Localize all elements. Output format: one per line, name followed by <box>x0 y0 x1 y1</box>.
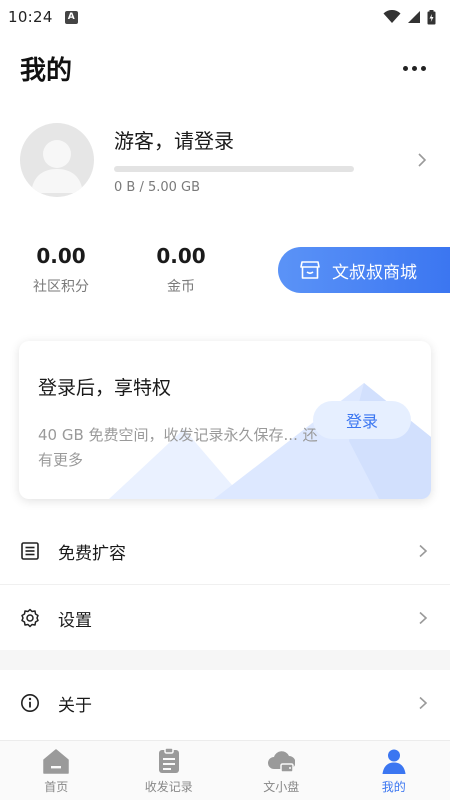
more-options-button[interactable] <box>399 58 430 79</box>
login-button[interactable]: 登录 <box>313 401 411 439</box>
nav-label: 首页 <box>44 780 69 794</box>
status-bar: 10:24 A <box>0 0 450 34</box>
coins-value: 0.00 <box>156 244 206 268</box>
more-dot-icon <box>412 65 417 71</box>
list-icon <box>21 542 39 560</box>
status-indicators <box>383 9 436 25</box>
chevron-right-icon <box>418 153 427 167</box>
login-benefits-card: 登录后，享特权 40 GB 免费空间，收发记录永久保存... 还有更多 登录 <box>19 341 431 499</box>
page-title: 我的 <box>20 55 73 86</box>
info-icon <box>21 694 39 712</box>
signal-icon <box>408 11 420 23</box>
clipboard-icon <box>158 747 179 773</box>
battery-icon <box>427 9 436 24</box>
community-points-label: 社区积分 <box>33 279 89 295</box>
chevron-right-icon <box>419 611 428 625</box>
cloud-drive-icon <box>268 751 296 773</box>
card-title: 登录后，享特权 <box>38 377 172 399</box>
nav-label: 我的 <box>381 780 406 794</box>
menu-item-free-expansion[interactable]: 免费扩容 <box>0 518 450 584</box>
nav-label: 收发记录 <box>144 780 193 794</box>
menu-item-about[interactable]: 关于 <box>0 670 450 736</box>
gear-icon <box>21 608 39 628</box>
community-points-value: 0.00 <box>36 244 86 268</box>
home-icon <box>43 749 69 774</box>
nav-tab-home[interactable]: 首页 <box>0 741 113 800</box>
more-dot-icon <box>403 65 408 71</box>
notification-icon: A <box>64 10 78 24</box>
community-points-stat[interactable]: 0.00 社区积分 <box>16 244 106 296</box>
menu-item-settings[interactable]: 设置 <box>0 585 450 651</box>
person-icon <box>382 749 406 774</box>
chevron-right-icon <box>419 696 428 710</box>
guest-login-text: 游客，请登录 <box>114 129 234 153</box>
nav-tab-records[interactable]: 收发记录 <box>113 741 226 800</box>
profile-info: 游客，请登录 0 B / 5.00 GB <box>114 125 414 195</box>
default-avatar-icon <box>31 140 83 193</box>
profile-login-row[interactable]: 游客，请登录 0 B / 5.00 GB <box>0 112 450 208</box>
coins-label: 金币 <box>167 279 195 295</box>
menu-label: 设置 <box>58 610 92 631</box>
status-time: 10:24 <box>8 8 53 26</box>
nav-tab-drive[interactable]: 文小盘 <box>225 741 338 800</box>
header: 我的 <box>0 40 450 96</box>
bottom-nav: 首页 收发记录 文小盘 我的 <box>0 740 450 800</box>
storage-progress-bar <box>114 166 354 172</box>
card-description: 40 GB 免费空间，收发记录永久保存... 还有更多 <box>38 426 318 469</box>
store-icon <box>300 261 320 279</box>
coins-stat[interactable]: 0.00 金币 <box>136 244 226 296</box>
menu-label: 免费扩容 <box>58 543 126 564</box>
mall-label: 文叔叔商城 <box>332 262 417 283</box>
avatar <box>20 123 94 197</box>
nav-label: 文小盘 <box>263 780 300 794</box>
menu-label: 关于 <box>58 695 92 716</box>
nav-tab-mine[interactable]: 我的 <box>338 741 450 800</box>
section-separator <box>0 650 450 670</box>
storage-usage-text: 0 B / 5.00 GB <box>114 180 201 195</box>
wifi-icon <box>383 10 401 23</box>
more-dot-icon <box>421 65 426 71</box>
mall-button[interactable]: 文叔叔商城 <box>278 247 450 293</box>
chevron-right-icon <box>419 544 428 558</box>
